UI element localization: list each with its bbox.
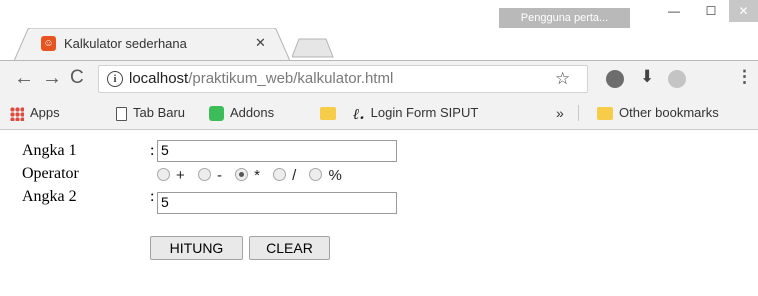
page-icon — [116, 106, 127, 121]
bookmark-addons[interactable]: Addons — [209, 104, 274, 122]
browser-menu-icon[interactable]: ⋮ — [736, 67, 753, 87]
angka2-label: Angka 2 — [22, 188, 77, 205]
page-content: Angka 1 : 5 Operator + - * / % Angka 2 :… — [0, 130, 758, 296]
clear-button[interactable]: CLEAR — [249, 236, 330, 260]
operator-radio-multiply[interactable] — [235, 168, 249, 181]
new-tab-button[interactable] — [292, 38, 334, 58]
apps-grid-icon — [10, 106, 24, 121]
operator-option-label: % — [328, 167, 342, 184]
url-host: localhost — [129, 70, 189, 87]
operator-radio-plus[interactable] — [157, 168, 170, 181]
operator-option-label: - — [216, 167, 222, 184]
script-l-icon: ℓ. — [353, 104, 365, 123]
folder-icon — [597, 107, 613, 121]
maximize-icon[interactable]: ☐ — [692, 0, 730, 22]
url-text[interactable]: localhost/praktikum_web/kalkulator.html — [129, 70, 393, 87]
bookmark-label: Apps — [30, 105, 60, 120]
minimize-icon[interactable]: — — [655, 0, 693, 22]
operator-label: Operator — [22, 165, 79, 182]
operator-option-label: / — [292, 167, 297, 184]
title-bar: ☺ Kalkulator sederhana ✕ Pengguna perta.… — [0, 0, 758, 61]
calculator-favicon-icon: ☺ — [41, 36, 56, 51]
operator-option-label: + — [176, 167, 185, 184]
bookmark-tab-baru[interactable]: Tab Baru — [116, 104, 185, 122]
operator-radio-modulo[interactable] — [309, 168, 323, 181]
url-path: /praktikum_web/kalkulator.html — [188, 70, 394, 87]
reload-icon[interactable]: C — [70, 67, 84, 89]
bookmarks-overflow-icon[interactable]: » — [556, 104, 564, 122]
angka1-label: Angka 1 — [22, 142, 77, 159]
angka1-input[interactable]: 5 — [157, 140, 397, 162]
tab-close-icon[interactable]: ✕ — [255, 35, 266, 51]
bookmark-folder[interactable] — [320, 104, 342, 122]
profile-badge[interactable]: Pengguna perta... — [499, 8, 630, 28]
bookmark-login-form-siput[interactable]: ℓ. Login Form SIPUT — [353, 104, 479, 123]
forward-arrow-icon[interactable]: → — [42, 67, 62, 89]
angka2-input[interactable]: 5 — [157, 192, 397, 214]
folder-icon — [320, 107, 336, 121]
address-bar[interactable]: i localhost/praktikum_web/kalkulator.htm… — [98, 65, 588, 93]
bookmark-label: Login Form SIPUT — [370, 105, 479, 120]
operator-radio-group: + - * / % — [157, 167, 351, 187]
close-window-icon[interactable]: ✕ — [729, 0, 758, 22]
info-icon[interactable]: i — [107, 71, 123, 87]
puzzle-icon — [209, 106, 224, 122]
back-arrow-icon[interactable]: ← — [14, 67, 34, 89]
bookmark-label: Tab Baru — [133, 105, 186, 120]
bookmark-star-icon[interactable]: ☆ — [555, 69, 570, 89]
colon: : — [150, 142, 155, 159]
bookmarks-bar: Apps Tab Baru Addons ℓ. Login Form SIPUT … — [0, 96, 758, 130]
hitung-button[interactable]: HITUNG — [150, 236, 243, 260]
operator-option-label: * — [254, 167, 260, 184]
browser-toolbar: ← → C i localhost/praktikum_web/kalkulat… — [0, 60, 758, 96]
bookmark-label: Other bookmarks — [619, 105, 719, 120]
bookmark-apps[interactable]: Apps — [10, 104, 60, 122]
bookmark-other-bookmarks[interactable]: Other bookmarks — [597, 104, 719, 122]
operator-radio-divide[interactable] — [273, 168, 287, 181]
tab-title: Kalkulator sederhana — [64, 36, 187, 51]
download-icon[interactable]: ⬇ — [640, 67, 654, 87]
bookmarks-divider — [578, 105, 579, 121]
extension-globe-icon[interactable] — [668, 70, 686, 88]
colon: : — [150, 188, 155, 205]
operator-radio-minus[interactable] — [197, 168, 211, 181]
bookmark-label: Addons — [230, 105, 275, 120]
extension-icon[interactable] — [606, 70, 624, 88]
